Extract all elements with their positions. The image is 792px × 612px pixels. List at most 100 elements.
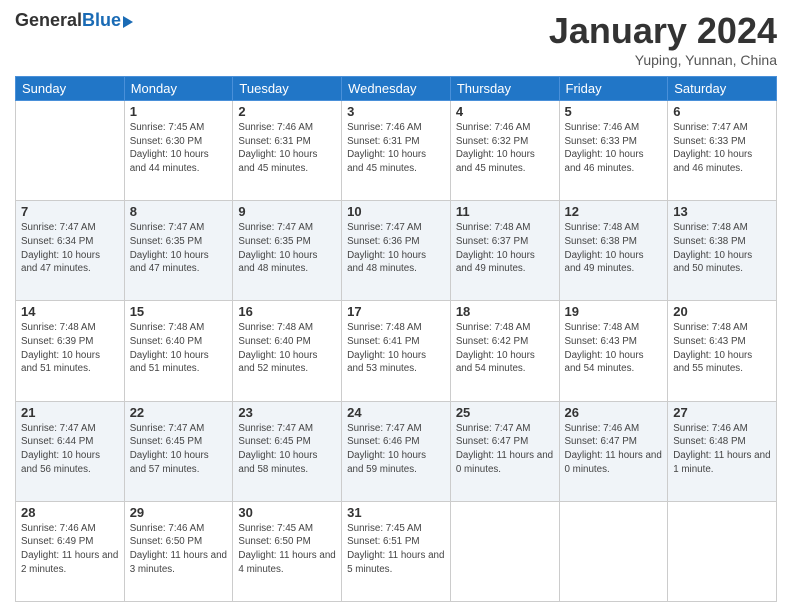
- calendar-cell: 30 Sunrise: 7:45 AMSunset: 6:50 PMDayligh…: [233, 501, 342, 601]
- day-number: 29: [130, 505, 228, 520]
- logo-general: General: [15, 10, 82, 31]
- day-info: Sunrise: 7:46 AMSunset: 6:50 PMDaylight:…: [130, 522, 228, 577]
- day-info: Sunrise: 7:48 AMSunset: 6:37 PMDaylight:…: [456, 221, 554, 276]
- day-header-row: SundayMondayTuesdayWednesdayThursdayFrid…: [16, 77, 777, 101]
- day-info: Sunrise: 7:47 AMSunset: 6:45 PMDaylight:…: [238, 422, 336, 477]
- location: Yuping, Yunnan, China: [549, 52, 777, 68]
- day-info: Sunrise: 7:46 AMSunset: 6:31 PMDaylight:…: [238, 121, 336, 176]
- day-info: Sunrise: 7:45 AMSunset: 6:30 PMDaylight:…: [130, 121, 228, 176]
- day-number: 2: [238, 104, 336, 119]
- day-info: Sunrise: 7:46 AMSunset: 6:48 PMDaylight:…: [673, 422, 771, 477]
- day-number: 15: [130, 304, 228, 319]
- day-info: Sunrise: 7:48 AMSunset: 6:38 PMDaylight:…: [565, 221, 663, 276]
- day-number: 18: [456, 304, 554, 319]
- day-info: Sunrise: 7:47 AMSunset: 6:45 PMDaylight:…: [130, 422, 228, 477]
- calendar-cell: 10 Sunrise: 7:47 AMSunset: 6:36 PMDayligh…: [342, 201, 451, 301]
- day-number: 24: [347, 405, 445, 420]
- calendar-cell: [668, 501, 777, 601]
- day-of-week-sunday: Sunday: [16, 77, 125, 101]
- day-number: 16: [238, 304, 336, 319]
- day-number: 20: [673, 304, 771, 319]
- day-info: Sunrise: 7:47 AMSunset: 6:47 PMDaylight:…: [456, 422, 554, 477]
- calendar-cell: 1 Sunrise: 7:45 AMSunset: 6:30 PMDaylight…: [124, 101, 233, 201]
- day-info: Sunrise: 7:47 AMSunset: 6:35 PMDaylight:…: [238, 221, 336, 276]
- day-number: 7: [21, 204, 119, 219]
- calendar-cell: 14 Sunrise: 7:48 AMSunset: 6:39 PMDayligh…: [16, 301, 125, 401]
- week-row-2: 7 Sunrise: 7:47 AMSunset: 6:34 PMDaylight…: [16, 201, 777, 301]
- day-info: Sunrise: 7:47 AMSunset: 6:35 PMDaylight:…: [130, 221, 228, 276]
- calendar-cell: 5 Sunrise: 7:46 AMSunset: 6:33 PMDaylight…: [559, 101, 668, 201]
- calendar-cell: 13 Sunrise: 7:48 AMSunset: 6:38 PMDayligh…: [668, 201, 777, 301]
- day-info: Sunrise: 7:46 AMSunset: 6:33 PMDaylight:…: [565, 121, 663, 176]
- day-info: Sunrise: 7:46 AMSunset: 6:31 PMDaylight:…: [347, 121, 445, 176]
- day-info: Sunrise: 7:48 AMSunset: 6:43 PMDaylight:…: [565, 321, 663, 376]
- logo: General Blue: [15, 10, 133, 31]
- day-of-week-saturday: Saturday: [668, 77, 777, 101]
- day-info: Sunrise: 7:48 AMSunset: 6:39 PMDaylight:…: [21, 321, 119, 376]
- day-number: 30: [238, 505, 336, 520]
- calendar-cell: 8 Sunrise: 7:47 AMSunset: 6:35 PMDaylight…: [124, 201, 233, 301]
- day-info: Sunrise: 7:46 AMSunset: 6:47 PMDaylight:…: [565, 422, 663, 477]
- calendar-table: SundayMondayTuesdayWednesdayThursdayFrid…: [15, 76, 777, 602]
- day-info: Sunrise: 7:47 AMSunset: 6:33 PMDaylight:…: [673, 121, 771, 176]
- calendar-cell: 25 Sunrise: 7:47 AMSunset: 6:47 PMDayligh…: [450, 401, 559, 501]
- day-number: 25: [456, 405, 554, 420]
- day-info: Sunrise: 7:48 AMSunset: 6:43 PMDaylight:…: [673, 321, 771, 376]
- calendar-cell: 3 Sunrise: 7:46 AMSunset: 6:31 PMDaylight…: [342, 101, 451, 201]
- calendar-cell: 12 Sunrise: 7:48 AMSunset: 6:38 PMDayligh…: [559, 201, 668, 301]
- day-number: 10: [347, 204, 445, 219]
- week-row-1: 1 Sunrise: 7:45 AMSunset: 6:30 PMDaylight…: [16, 101, 777, 201]
- day-number: 8: [130, 204, 228, 219]
- day-number: 3: [347, 104, 445, 119]
- calendar-cell: [559, 501, 668, 601]
- calendar-cell: 6 Sunrise: 7:47 AMSunset: 6:33 PMDaylight…: [668, 101, 777, 201]
- calendar-cell: 24Sunrise: 7:47 AMSunset: 6:46 PMDayligh…: [342, 401, 451, 501]
- logo-arrow-icon: [123, 16, 133, 28]
- day-info: Sunrise: 7:48 AMSunset: 6:40 PMDaylight:…: [238, 321, 336, 376]
- day-number: 5: [565, 104, 663, 119]
- week-row-4: 21 Sunrise: 7:47 AMSunset: 6:44 PMDayligh…: [16, 401, 777, 501]
- day-info: Sunrise: 7:47 AMSunset: 6:34 PMDaylight:…: [21, 221, 119, 276]
- day-number: 11: [456, 204, 554, 219]
- calendar-cell: 18 Sunrise: 7:48 AMSunset: 6:42 PMDayligh…: [450, 301, 559, 401]
- day-number: 22: [130, 405, 228, 420]
- day-info: Sunrise: 7:46 AMSunset: 6:49 PMDaylight:…: [21, 522, 119, 577]
- calendar-cell: 4Sunrise: 7:46 AMSunset: 6:32 PMDaylight…: [450, 101, 559, 201]
- day-info: Sunrise: 7:48 AMSunset: 6:38 PMDaylight:…: [673, 221, 771, 276]
- day-info: Sunrise: 7:45 AMSunset: 6:50 PMDaylight:…: [238, 522, 336, 577]
- day-number: 1: [130, 104, 228, 119]
- day-of-week-tuesday: Tuesday: [233, 77, 342, 101]
- day-info: Sunrise: 7:48 AMSunset: 6:42 PMDaylight:…: [456, 321, 554, 376]
- calendar-cell: 17Sunrise: 7:48 AMSunset: 6:41 PMDayligh…: [342, 301, 451, 401]
- calendar-cell: 23 Sunrise: 7:47 AMSunset: 6:45 PMDayligh…: [233, 401, 342, 501]
- calendar-cell: 16 Sunrise: 7:48 AMSunset: 6:40 PMDayligh…: [233, 301, 342, 401]
- calendar-cell: 2 Sunrise: 7:46 AMSunset: 6:31 PMDaylight…: [233, 101, 342, 201]
- calendar-cell: 21 Sunrise: 7:47 AMSunset: 6:44 PMDayligh…: [16, 401, 125, 501]
- title-block: January 2024 Yuping, Yunnan, China: [549, 10, 777, 68]
- day-info: Sunrise: 7:47 AMSunset: 6:36 PMDaylight:…: [347, 221, 445, 276]
- day-of-week-monday: Monday: [124, 77, 233, 101]
- day-number: 6: [673, 104, 771, 119]
- day-info: Sunrise: 7:48 AMSunset: 6:41 PMDaylight:…: [347, 321, 445, 376]
- calendar-cell: 20 Sunrise: 7:48 AMSunset: 6:43 PMDayligh…: [668, 301, 777, 401]
- page-header: General Blue January 2024 Yuping, Yunnan…: [15, 10, 777, 68]
- week-row-5: 28Sunrise: 7:46 AMSunset: 6:49 PMDayligh…: [16, 501, 777, 601]
- calendar-cell: 9Sunrise: 7:47 AMSunset: 6:35 PMDaylight…: [233, 201, 342, 301]
- calendar-cell: [16, 101, 125, 201]
- day-number: 12: [565, 204, 663, 219]
- calendar-cell: 7 Sunrise: 7:47 AMSunset: 6:34 PMDaylight…: [16, 201, 125, 301]
- day-info: Sunrise: 7:47 AMSunset: 6:44 PMDaylight:…: [21, 422, 119, 477]
- day-number: 27: [673, 405, 771, 420]
- day-number: 14: [21, 304, 119, 319]
- calendar-cell: 26Sunrise: 7:46 AMSunset: 6:47 PMDayligh…: [559, 401, 668, 501]
- week-row-3: 14 Sunrise: 7:48 AMSunset: 6:39 PMDayligh…: [16, 301, 777, 401]
- calendar-page: General Blue January 2024 Yuping, Yunnan…: [0, 0, 792, 612]
- day-number: 13: [673, 204, 771, 219]
- day-number: 4: [456, 104, 554, 119]
- day-number: 23: [238, 405, 336, 420]
- day-of-week-thursday: Thursday: [450, 77, 559, 101]
- day-number: 21: [21, 405, 119, 420]
- calendar-cell: 11 Sunrise: 7:48 AMSunset: 6:37 PMDayligh…: [450, 201, 559, 301]
- calendar-cell: 22 Sunrise: 7:47 AMSunset: 6:45 PMDayligh…: [124, 401, 233, 501]
- day-of-week-friday: Friday: [559, 77, 668, 101]
